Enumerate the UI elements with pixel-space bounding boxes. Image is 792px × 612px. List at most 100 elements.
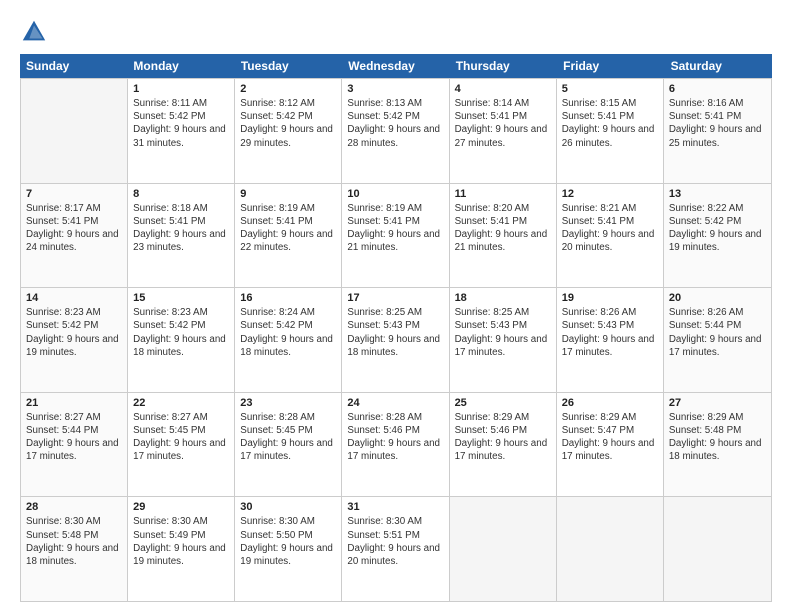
cell-info: Sunrise: 8:30 AMSunset: 5:49 PMDaylight:… (133, 515, 229, 568)
day-number: 26 (562, 397, 658, 409)
logo (20, 18, 52, 46)
day-number: 23 (240, 397, 336, 409)
day-number: 17 (347, 292, 443, 304)
calendar-cell (664, 497, 771, 601)
day-number: 5 (562, 83, 658, 95)
calendar-cell: 18 Sunrise: 8:25 AMSunset: 5:43 PMDaylig… (450, 288, 557, 392)
day-number: 9 (240, 188, 336, 200)
cell-info: Sunrise: 8:30 AMSunset: 5:48 PMDaylight:… (26, 515, 122, 568)
day-number: 15 (133, 292, 229, 304)
day-number: 30 (240, 501, 336, 513)
calendar-cell: 19 Sunrise: 8:26 AMSunset: 5:43 PMDaylig… (557, 288, 664, 392)
cell-info: Sunrise: 8:29 AMSunset: 5:46 PMDaylight:… (455, 411, 551, 464)
day-number: 10 (347, 188, 443, 200)
day-number: 16 (240, 292, 336, 304)
day-number: 7 (26, 188, 122, 200)
calendar-cell: 24 Sunrise: 8:28 AMSunset: 5:46 PMDaylig… (342, 393, 449, 497)
weekday-header: Wednesday (342, 54, 449, 78)
calendar-cell: 29 Sunrise: 8:30 AMSunset: 5:49 PMDaylig… (128, 497, 235, 601)
calendar-cell: 11 Sunrise: 8:20 AMSunset: 5:41 PMDaylig… (450, 184, 557, 288)
calendar-cell: 20 Sunrise: 8:26 AMSunset: 5:44 PMDaylig… (664, 288, 771, 392)
cell-info: Sunrise: 8:28 AMSunset: 5:46 PMDaylight:… (347, 411, 443, 464)
logo-icon (20, 18, 48, 46)
calendar-week: 7 Sunrise: 8:17 AMSunset: 5:41 PMDayligh… (21, 184, 771, 289)
cell-info: Sunrise: 8:29 AMSunset: 5:47 PMDaylight:… (562, 411, 658, 464)
weekday-header: Monday (127, 54, 234, 78)
day-number: 12 (562, 188, 658, 200)
calendar-cell: 12 Sunrise: 8:21 AMSunset: 5:41 PMDaylig… (557, 184, 664, 288)
cell-info: Sunrise: 8:23 AMSunset: 5:42 PMDaylight:… (26, 306, 122, 359)
calendar-cell: 31 Sunrise: 8:30 AMSunset: 5:51 PMDaylig… (342, 497, 449, 601)
day-number: 19 (562, 292, 658, 304)
calendar-week: 28 Sunrise: 8:30 AMSunset: 5:48 PMDaylig… (21, 497, 771, 602)
weekday-header: Thursday (450, 54, 557, 78)
calendar-cell: 13 Sunrise: 8:22 AMSunset: 5:42 PMDaylig… (664, 184, 771, 288)
page-header (20, 18, 772, 46)
cell-info: Sunrise: 8:21 AMSunset: 5:41 PMDaylight:… (562, 202, 658, 255)
day-number: 31 (347, 501, 443, 513)
calendar-cell: 6 Sunrise: 8:16 AMSunset: 5:41 PMDayligh… (664, 79, 771, 183)
calendar-cell: 10 Sunrise: 8:19 AMSunset: 5:41 PMDaylig… (342, 184, 449, 288)
calendar-cell: 25 Sunrise: 8:29 AMSunset: 5:46 PMDaylig… (450, 393, 557, 497)
calendar: SundayMondayTuesdayWednesdayThursdayFrid… (20, 54, 772, 602)
calendar-cell: 23 Sunrise: 8:28 AMSunset: 5:45 PMDaylig… (235, 393, 342, 497)
calendar-cell: 8 Sunrise: 8:18 AMSunset: 5:41 PMDayligh… (128, 184, 235, 288)
day-number: 11 (455, 188, 551, 200)
weekday-header: Tuesday (235, 54, 342, 78)
calendar-cell: 7 Sunrise: 8:17 AMSunset: 5:41 PMDayligh… (21, 184, 128, 288)
cell-info: Sunrise: 8:12 AMSunset: 5:42 PMDaylight:… (240, 97, 336, 150)
day-number: 29 (133, 501, 229, 513)
cell-info: Sunrise: 8:26 AMSunset: 5:44 PMDaylight:… (669, 306, 766, 359)
calendar-cell: 30 Sunrise: 8:30 AMSunset: 5:50 PMDaylig… (235, 497, 342, 601)
calendar-cell (557, 497, 664, 601)
cell-info: Sunrise: 8:11 AMSunset: 5:42 PMDaylight:… (133, 97, 229, 150)
day-number: 24 (347, 397, 443, 409)
calendar-cell: 5 Sunrise: 8:15 AMSunset: 5:41 PMDayligh… (557, 79, 664, 183)
weekday-header: Friday (557, 54, 664, 78)
cell-info: Sunrise: 8:19 AMSunset: 5:41 PMDaylight:… (240, 202, 336, 255)
weekday-header: Saturday (665, 54, 772, 78)
day-number: 6 (669, 83, 766, 95)
calendar-cell: 14 Sunrise: 8:23 AMSunset: 5:42 PMDaylig… (21, 288, 128, 392)
calendar-cell: 21 Sunrise: 8:27 AMSunset: 5:44 PMDaylig… (21, 393, 128, 497)
calendar-cell (450, 497, 557, 601)
calendar-cell: 4 Sunrise: 8:14 AMSunset: 5:41 PMDayligh… (450, 79, 557, 183)
day-number: 22 (133, 397, 229, 409)
cell-info: Sunrise: 8:27 AMSunset: 5:44 PMDaylight:… (26, 411, 122, 464)
calendar-cell: 3 Sunrise: 8:13 AMSunset: 5:42 PMDayligh… (342, 79, 449, 183)
calendar-body: 1 Sunrise: 8:11 AMSunset: 5:42 PMDayligh… (20, 78, 772, 602)
day-number: 8 (133, 188, 229, 200)
cell-info: Sunrise: 8:16 AMSunset: 5:41 PMDaylight:… (669, 97, 766, 150)
calendar-week: 14 Sunrise: 8:23 AMSunset: 5:42 PMDaylig… (21, 288, 771, 393)
cell-info: Sunrise: 8:13 AMSunset: 5:42 PMDaylight:… (347, 97, 443, 150)
calendar-week: 1 Sunrise: 8:11 AMSunset: 5:42 PMDayligh… (21, 78, 771, 184)
calendar-page: SundayMondayTuesdayWednesdayThursdayFrid… (0, 0, 792, 612)
day-number: 1 (133, 83, 229, 95)
cell-info: Sunrise: 8:17 AMSunset: 5:41 PMDaylight:… (26, 202, 122, 255)
cell-info: Sunrise: 8:24 AMSunset: 5:42 PMDaylight:… (240, 306, 336, 359)
day-number: 4 (455, 83, 551, 95)
calendar-cell: 9 Sunrise: 8:19 AMSunset: 5:41 PMDayligh… (235, 184, 342, 288)
day-number: 28 (26, 501, 122, 513)
cell-info: Sunrise: 8:25 AMSunset: 5:43 PMDaylight:… (455, 306, 551, 359)
calendar-header: SundayMondayTuesdayWednesdayThursdayFrid… (20, 54, 772, 78)
calendar-week: 21 Sunrise: 8:27 AMSunset: 5:44 PMDaylig… (21, 393, 771, 498)
cell-info: Sunrise: 8:14 AMSunset: 5:41 PMDaylight:… (455, 97, 551, 150)
cell-info: Sunrise: 8:25 AMSunset: 5:43 PMDaylight:… (347, 306, 443, 359)
weekday-header: Sunday (20, 54, 127, 78)
day-number: 14 (26, 292, 122, 304)
calendar-cell: 22 Sunrise: 8:27 AMSunset: 5:45 PMDaylig… (128, 393, 235, 497)
calendar-cell: 17 Sunrise: 8:25 AMSunset: 5:43 PMDaylig… (342, 288, 449, 392)
day-number: 20 (669, 292, 766, 304)
calendar-cell (21, 79, 128, 183)
cell-info: Sunrise: 8:28 AMSunset: 5:45 PMDaylight:… (240, 411, 336, 464)
cell-info: Sunrise: 8:23 AMSunset: 5:42 PMDaylight:… (133, 306, 229, 359)
calendar-cell: 1 Sunrise: 8:11 AMSunset: 5:42 PMDayligh… (128, 79, 235, 183)
day-number: 3 (347, 83, 443, 95)
calendar-cell: 28 Sunrise: 8:30 AMSunset: 5:48 PMDaylig… (21, 497, 128, 601)
calendar-cell: 16 Sunrise: 8:24 AMSunset: 5:42 PMDaylig… (235, 288, 342, 392)
day-number: 27 (669, 397, 766, 409)
cell-info: Sunrise: 8:22 AMSunset: 5:42 PMDaylight:… (669, 202, 766, 255)
calendar-cell: 15 Sunrise: 8:23 AMSunset: 5:42 PMDaylig… (128, 288, 235, 392)
cell-info: Sunrise: 8:27 AMSunset: 5:45 PMDaylight:… (133, 411, 229, 464)
